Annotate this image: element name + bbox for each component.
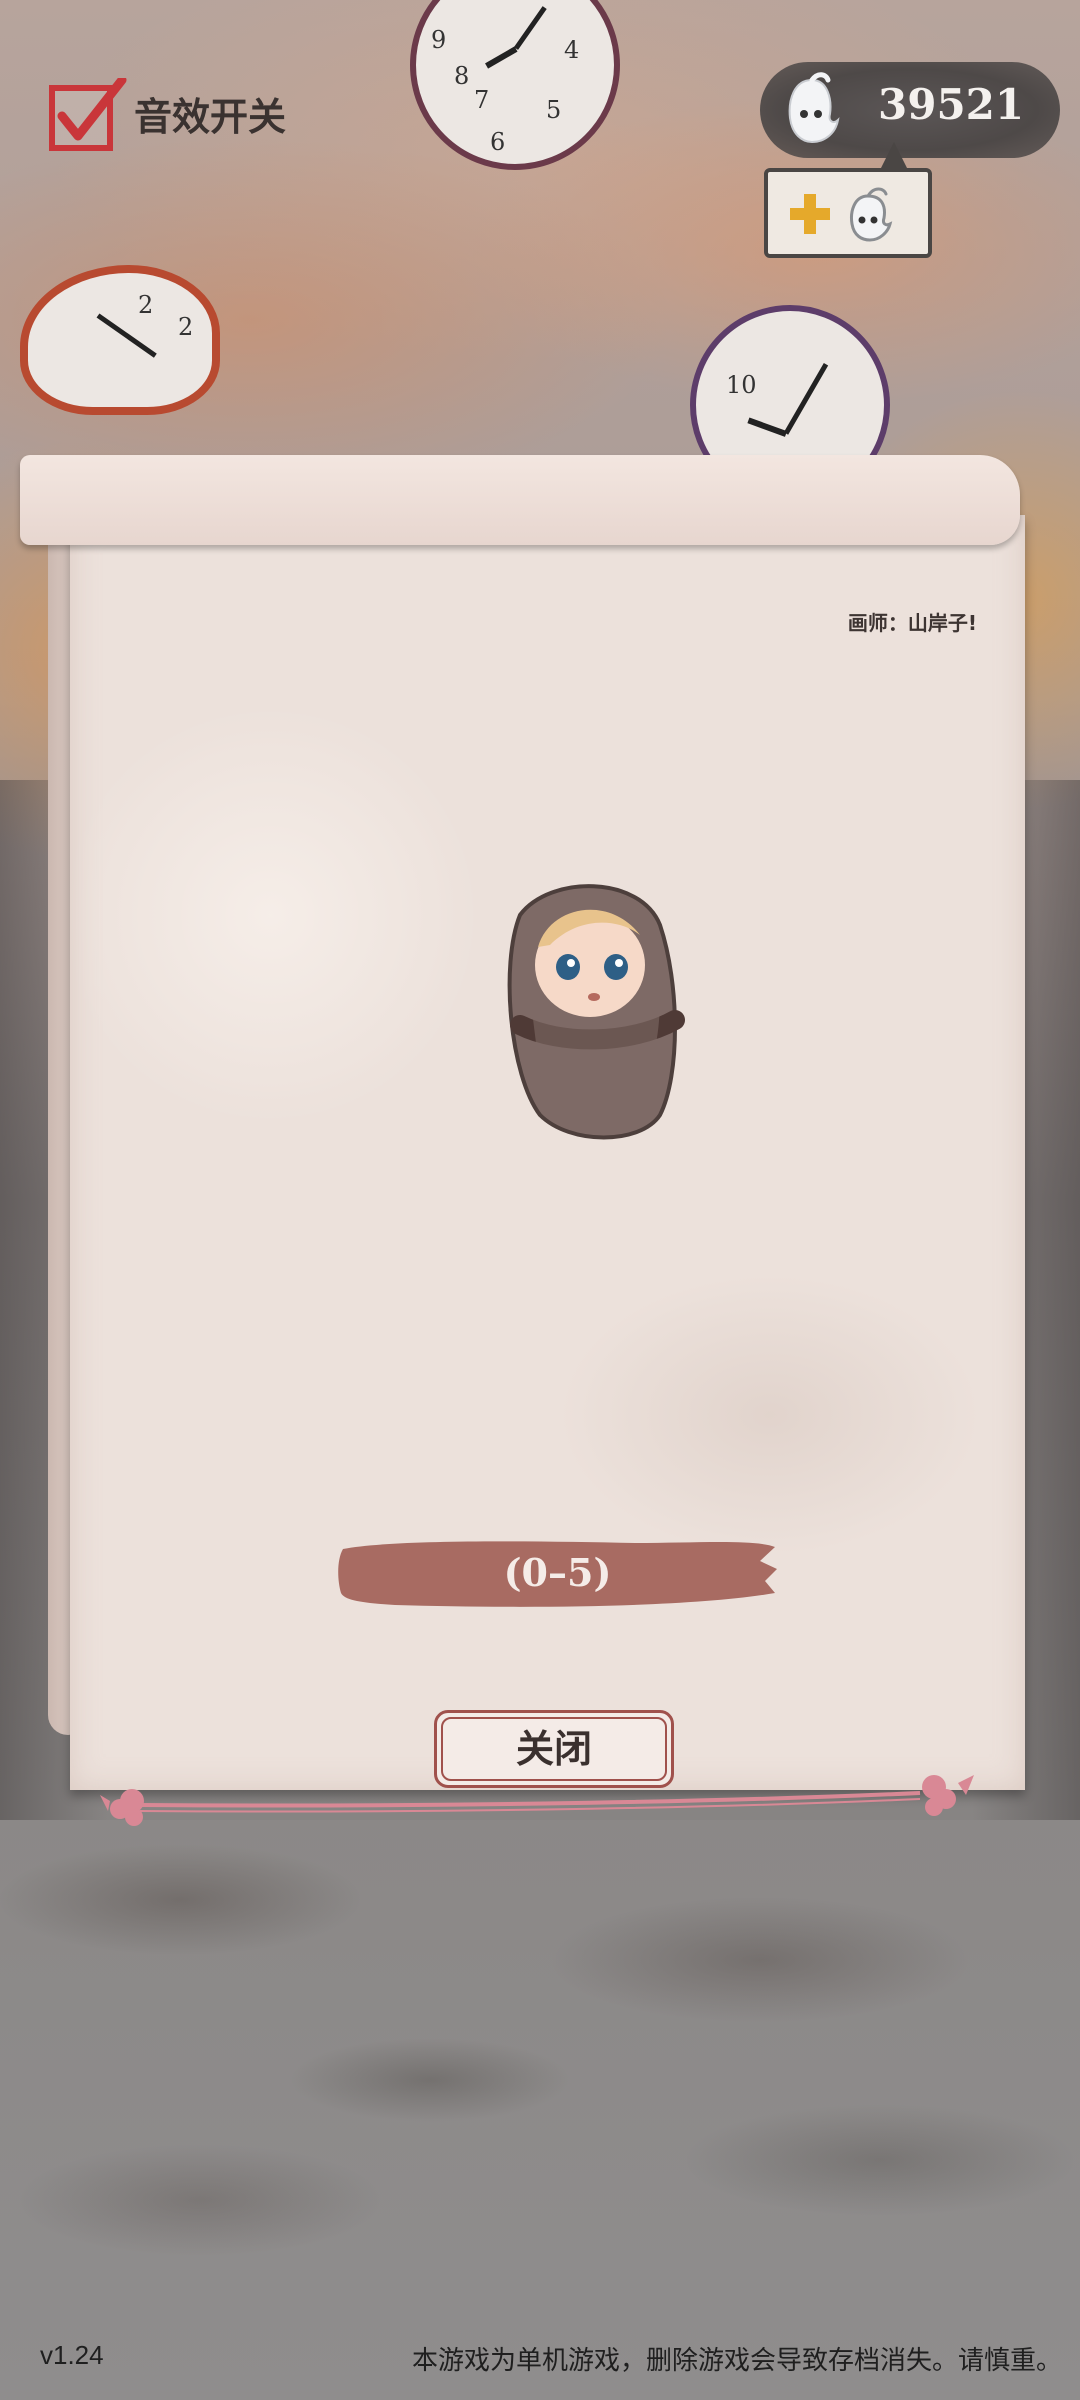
swaddled-baby-icon	[507, 884, 685, 1140]
range-text: (0–5)	[503, 1550, 612, 1595]
sound-label: 音效开关	[134, 94, 287, 139]
speech-tail	[880, 142, 908, 170]
sound-toggle[interactable]: 音效开关	[48, 75, 287, 151]
sound-checkbox[interactable]	[48, 75, 127, 151]
currency-value: 39521	[878, 80, 1025, 129]
smoke-clouds	[0, 1780, 1080, 2380]
scroll-dialog: 画师：山岸子! (0–5) 关闭	[20, 455, 1025, 1826]
ghost-icon	[788, 72, 840, 144]
artist-credit: 画师：山岸子!	[847, 611, 977, 635]
scroll-body: 画师：山岸子! (0–5) 关闭	[70, 515, 1025, 1826]
currency-display: 39521	[760, 62, 1060, 158]
range-banner: (0–5)	[335, 1535, 780, 1611]
add-currency-button[interactable]	[764, 142, 932, 258]
save-warning: 本游戏为单机游戏，删除游戏会导致存档消失。请慎重。	[411, 2346, 1062, 2376]
checkmark-icon	[49, 75, 127, 151]
version-label: v1.24	[40, 2340, 104, 2370]
plus-ghost-icon	[790, 187, 893, 242]
scroll-top-roll	[20, 455, 1020, 545]
floral-divider	[100, 1775, 974, 1826]
